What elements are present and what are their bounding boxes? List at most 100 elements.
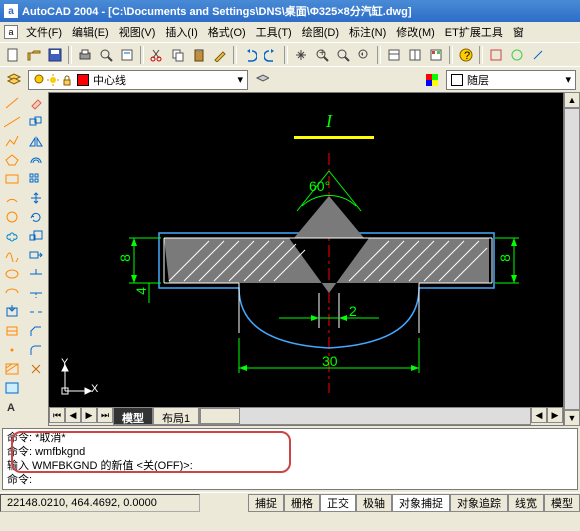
et3-button[interactable] (528, 45, 548, 65)
menu-dim[interactable]: 标注(N) (345, 22, 390, 42)
copy-button[interactable] (168, 45, 188, 65)
zoom-rt-button[interactable]: + (312, 45, 332, 65)
pline-tool[interactable] (2, 132, 22, 150)
menu-draw[interactable]: 绘图(D) (298, 22, 343, 42)
lwt-toggle[interactable]: 线宽 (508, 494, 544, 512)
zoom-win-button[interactable] (333, 45, 353, 65)
toolpalette-button[interactable] (426, 45, 446, 65)
layer-dropdown[interactable]: 中心线 ▾ (28, 70, 248, 90)
properties-button[interactable] (384, 45, 404, 65)
tab-prev-button[interactable]: ◀ (65, 407, 81, 423)
snap-toggle[interactable]: 捕捉 (248, 494, 284, 512)
array-tool[interactable] (26, 170, 46, 188)
offset-tool[interactable] (26, 151, 46, 169)
grid-toggle[interactable]: 栅格 (284, 494, 320, 512)
spline-tool[interactable] (2, 246, 22, 264)
region-tool[interactable] (2, 379, 22, 397)
ellipsearc-tool[interactable] (2, 284, 22, 302)
menu-edit[interactable]: 编辑(E) (68, 22, 113, 42)
model-toggle[interactable]: 模型 (544, 494, 580, 512)
copy-tool[interactable] (26, 113, 46, 131)
menu-file[interactable]: 文件(F) (22, 22, 66, 42)
menu-format[interactable]: 格式(O) (204, 22, 250, 42)
hscroll-thumb[interactable] (200, 408, 240, 424)
polygon-tool[interactable] (2, 151, 22, 169)
vscroll-up-button[interactable]: ▲ (564, 92, 580, 108)
bylayer-dropdown[interactable]: 随层 ▾ (446, 70, 576, 90)
save-button[interactable] (45, 45, 65, 65)
explode-tool[interactable] (26, 360, 46, 378)
hscroll-left-button[interactable]: ◀ (531, 407, 547, 423)
new-button[interactable] (3, 45, 23, 65)
paste-button[interactable] (189, 45, 209, 65)
hscroll-right-button[interactable]: ▶ (547, 407, 563, 423)
mirror-tool[interactable] (26, 132, 46, 150)
menu-view[interactable]: 视图(V) (115, 22, 160, 42)
text-tool[interactable]: A (2, 398, 22, 416)
rectangle-tool[interactable] (2, 170, 22, 188)
open-button[interactable] (24, 45, 44, 65)
publish-button[interactable] (117, 45, 137, 65)
xline-tool[interactable] (2, 113, 22, 131)
fillet-tool[interactable] (26, 341, 46, 359)
insert-tool[interactable] (2, 303, 22, 321)
designcenter-button[interactable] (405, 45, 425, 65)
zoom-prev-button[interactable] (354, 45, 374, 65)
dim-left-4: 4 (133, 287, 149, 295)
menu-modify[interactable]: 修改(M) (392, 22, 439, 42)
ellipse-tool[interactable] (2, 265, 22, 283)
otrack-toggle[interactable]: 对象追踪 (450, 494, 508, 512)
line-tool[interactable] (2, 94, 22, 112)
toolbar-draw: A (0, 92, 24, 426)
et1-button[interactable] (486, 45, 506, 65)
break-tool[interactable] (26, 303, 46, 321)
preview-button[interactable] (96, 45, 116, 65)
svg-text:A: A (7, 402, 15, 414)
print-button[interactable] (75, 45, 95, 65)
redo-button[interactable] (261, 45, 281, 65)
chamfer-tool[interactable] (26, 322, 46, 340)
osnap-toggle[interactable]: 对象捕捉 (392, 494, 450, 512)
tab-layout1[interactable]: 布局1 (153, 407, 199, 425)
trim-tool[interactable] (26, 265, 46, 283)
tab-last-button[interactable]: ⏭ (97, 407, 113, 423)
vscroll-down-button[interactable]: ▼ (564, 410, 580, 426)
layer-manager-button[interactable] (4, 70, 24, 90)
command-area[interactable]: 命令: *取消* 命令: wmfbkgnd 输入 WMFBKGND 的新值 <关… (2, 428, 578, 490)
revcloud-tool[interactable] (2, 227, 22, 245)
polar-toggle[interactable]: 极轴 (356, 494, 392, 512)
help-button[interactable]: ? (456, 45, 476, 65)
matchprop-button[interactable] (210, 45, 230, 65)
drawing-canvas[interactable]: I 60° 30 2 8 4 8 Y X (49, 93, 563, 407)
rotate-tool[interactable] (26, 208, 46, 226)
cmd-line-4[interactable]: 命令: (7, 473, 573, 487)
angle-label: 60° (309, 178, 330, 194)
et2-button[interactable] (507, 45, 527, 65)
ucs-y-label: Y (61, 357, 68, 369)
tab-next-button[interactable]: ▶ (81, 407, 97, 423)
stretch-tool[interactable] (26, 246, 46, 264)
pan-button[interactable] (291, 45, 311, 65)
tab-model[interactable]: 模型 (113, 407, 153, 425)
menu-insert[interactable]: 插入(I) (161, 22, 201, 42)
extend-tool[interactable] (26, 284, 46, 302)
vscroll-track[interactable] (564, 108, 580, 410)
menu-ext[interactable]: ET扩展工具 (441, 22, 507, 42)
circle-tool[interactable] (2, 208, 22, 226)
tab-first-button[interactable]: ⏮ (49, 407, 65, 423)
cut-button[interactable] (147, 45, 167, 65)
hatch-tool[interactable] (2, 360, 22, 378)
move-tool[interactable] (26, 189, 46, 207)
color-control-button[interactable] (422, 70, 442, 90)
hscroll-track[interactable] (199, 407, 531, 425)
layer-prev-button[interactable] (252, 70, 272, 90)
menu-tools[interactable]: 工具(T) (252, 22, 296, 42)
block-tool[interactable] (2, 322, 22, 340)
ortho-toggle[interactable]: 正交 (320, 494, 356, 512)
point-tool[interactable] (2, 341, 22, 359)
menu-window[interactable]: 窗 (509, 22, 528, 42)
erase-tool[interactable] (26, 94, 46, 112)
scale-tool[interactable] (26, 227, 46, 245)
arc-tool[interactable] (2, 189, 22, 207)
undo-button[interactable] (240, 45, 260, 65)
